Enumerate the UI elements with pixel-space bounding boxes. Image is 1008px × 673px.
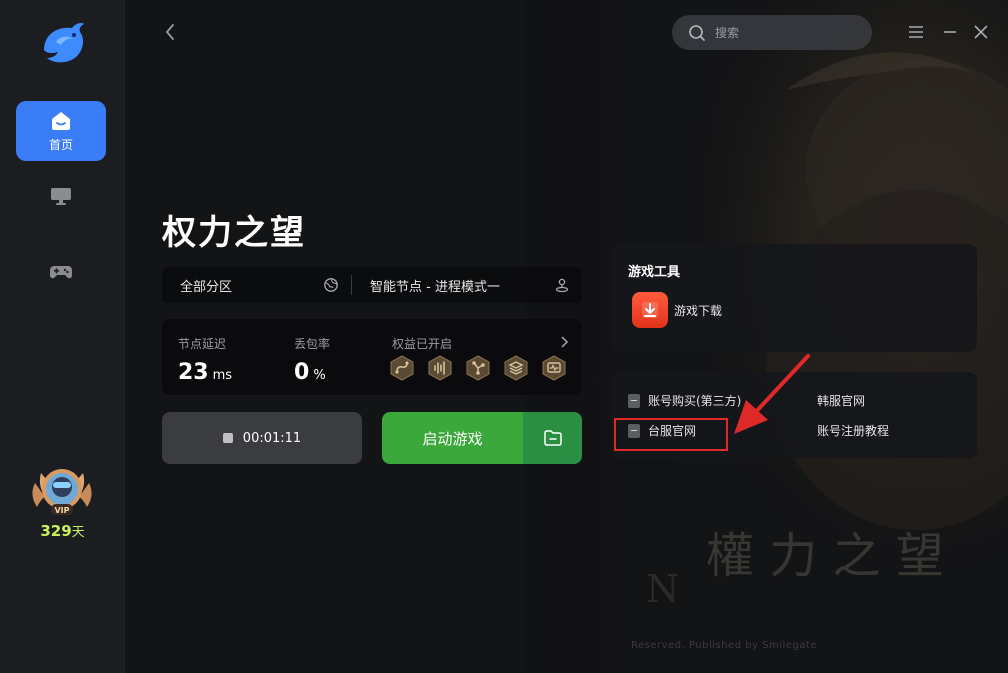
nav-home[interactable]: 首页 (16, 101, 106, 161)
link-tw-official-site[interactable]: 台服官网 (628, 422, 696, 439)
menu-icon[interactable] (906, 22, 926, 42)
doc-icon (628, 393, 640, 408)
gamepad-icon (50, 266, 72, 279)
monitor-icon (51, 188, 71, 205)
game-download-tool[interactable]: 游戏下载 (632, 292, 722, 328)
latency-value: 23 (178, 360, 209, 385)
network-stats-card: 节点延迟 23 ms 丢包率 0% 权益已开启 (162, 319, 582, 395)
link-register-tutorial-label: 账号注册教程 (817, 424, 890, 438)
game-tools-title: 游戏工具 (628, 265, 681, 280)
vip-badge-text: VIP (54, 506, 69, 515)
main-panel: 權 力 之 望 N 权力之望 全部分区 智能节点 - 进程模式 (126, 0, 1008, 673)
game-download-label: 游戏下载 (674, 303, 723, 318)
folder-icon (543, 430, 562, 446)
close-icon[interactable] (971, 22, 991, 42)
nav-devices[interactable] (16, 166, 106, 226)
link-kr-official-site[interactable]: 韩服官网 (817, 392, 865, 409)
launch-game-label: 启动游戏 (422, 429, 483, 448)
link-kr-official-site-label: 韩服官网 (817, 394, 866, 408)
link-tw-official-site-label: 台服官网 (648, 424, 697, 438)
dolphin-logo-icon (44, 23, 84, 63)
vip-badge-icon[interactable]: VIP (27, 463, 97, 521)
latency-stat: 节点延迟 23 ms (178, 335, 232, 385)
link-account-purchase-label: 账号购买(第三方) (648, 394, 742, 408)
vip-days: 329天 (0, 521, 125, 540)
chevron-right-icon[interactable] (557, 335, 571, 349)
node-label: 智能节点 - 进程模式一 (370, 279, 500, 295)
nav-games[interactable] (16, 242, 106, 302)
back-arrow-icon[interactable] (158, 20, 182, 44)
copyright-text: Reserved. Published by Smilegate (631, 640, 818, 651)
branch-icon[interactable] (466, 355, 490, 381)
search-bar[interactable] (672, 15, 872, 50)
globe-icon (324, 278, 338, 292)
route-icon[interactable] (390, 355, 414, 381)
svg-text:N: N (646, 567, 679, 611)
region-label: 全部分区 (180, 279, 233, 295)
layers-icon[interactable] (504, 355, 528, 381)
vip-days-count: 329 (40, 522, 72, 540)
background-logo-text: 權 力 之 望 (706, 528, 944, 584)
link-account-purchase[interactable]: 账号购买(第三方) (628, 392, 741, 409)
rights-label: 权益已开启 (392, 337, 453, 351)
packet-loss-stat: 丢包率 0% (294, 335, 330, 385)
vip-days-unit: 天 (71, 525, 85, 540)
doc-icon (628, 423, 640, 438)
minimize-icon[interactable] (940, 22, 960, 42)
launch-game-button[interactable]: 启动游戏 (382, 412, 523, 464)
stop-icon (222, 433, 233, 443)
latency-label: 节点延迟 (178, 337, 227, 351)
latency-unit: ms (212, 368, 233, 383)
nav-home-label: 首页 (48, 137, 73, 152)
download-icon (632, 292, 668, 328)
region-selector[interactable]: 全部分区 (162, 275, 352, 295)
game-title: 权力之望 (162, 213, 306, 253)
node-selector[interactable]: 智能节点 - 进程模式一 (352, 267, 582, 303)
stop-timer-button[interactable]: 00:01:11 (162, 412, 362, 464)
server-selector-bar: 全部分区 智能节点 - 进程模式一 (162, 267, 582, 303)
packet-loss-label: 丢包率 (294, 337, 331, 351)
timer-value: 00:01:11 (242, 430, 302, 446)
search-input[interactable] (715, 25, 855, 40)
game-links-card: 账号购买(第三方) 韩服官网 台服官网 账号注册教程 (612, 372, 977, 458)
audio-wave-icon[interactable] (428, 355, 452, 381)
search-icon (689, 24, 705, 41)
launch-options-button[interactable] (523, 412, 582, 464)
game-tools-card: 游戏工具 游戏下载 (612, 244, 977, 352)
sidebar: 首页 VIP 329天 (0, 0, 125, 673)
home-icon (52, 111, 70, 130)
link-register-tutorial[interactable]: 账号注册教程 (817, 422, 889, 439)
location-pin-icon (555, 278, 569, 293)
packet-loss-unit: % (313, 368, 326, 383)
packet-loss-value: 0 (294, 360, 310, 385)
monitor-pulse-icon[interactable] (542, 355, 566, 381)
